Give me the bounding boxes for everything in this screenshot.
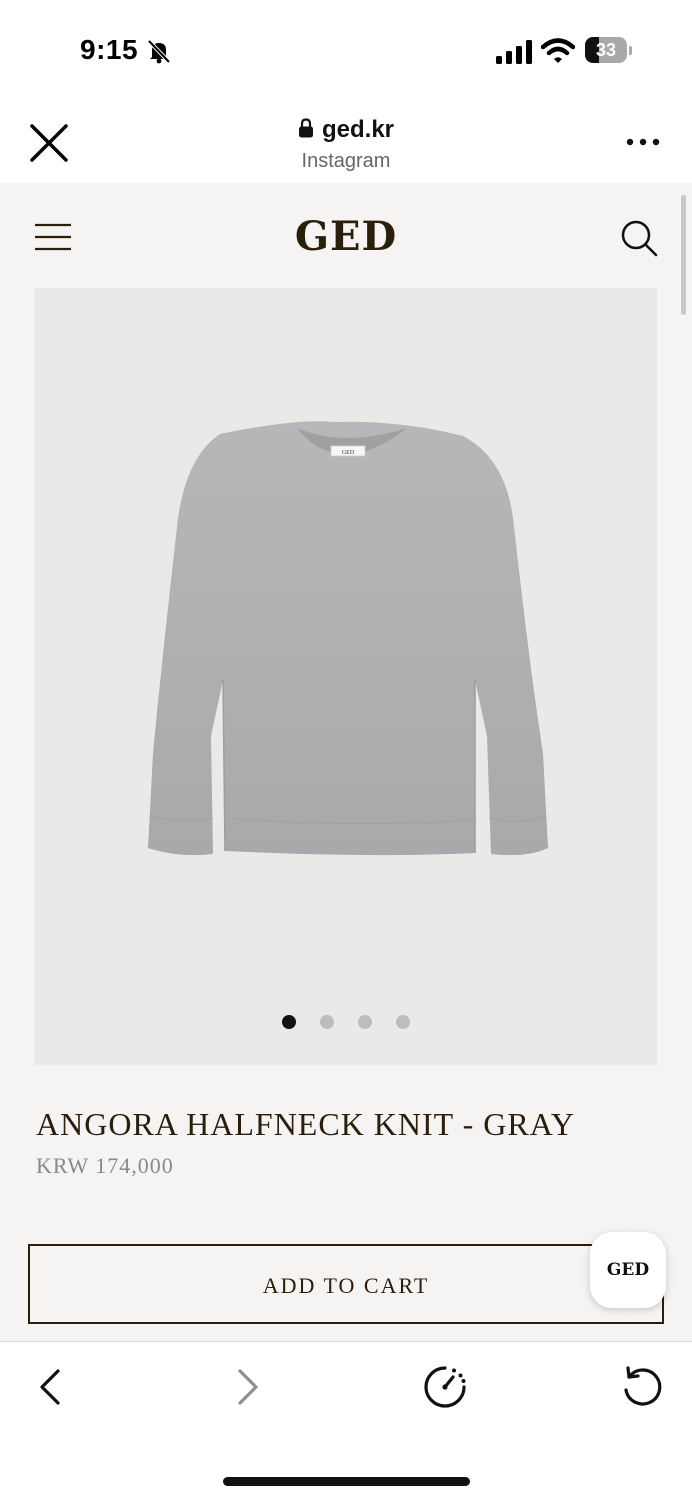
product-title: ANGORA HALFNECK KNIT - GRAY — [36, 1106, 576, 1142]
chevron-left-icon[interactable] — [36, 1367, 64, 1407]
source-app-label: Instagram — [301, 150, 391, 172]
product-price: KRW 174,000 — [36, 1153, 174, 1178]
domain-text: ged.kr — [321, 116, 395, 143]
carousel-dot[interactable] — [396, 1015, 410, 1029]
carousel-dot[interactable] — [358, 1015, 372, 1029]
search-icon[interactable] — [619, 218, 659, 258]
carousel-dots[interactable] — [0, 1015, 692, 1029]
carousel-dot[interactable] — [320, 1015, 334, 1029]
carousel-dot[interactable] — [282, 1015, 296, 1029]
lock-icon — [298, 118, 313, 138]
chevron-right-icon[interactable] — [234, 1367, 262, 1407]
sweater-tag-text: GED — [342, 450, 355, 456]
add-to-cart-button[interactable]: ADD TO CART — [28, 1244, 664, 1324]
bell-slash-icon — [147, 39, 171, 64]
cellular-signal-icon — [496, 40, 532, 64]
speedometer-icon[interactable] — [421, 1363, 469, 1411]
battery-level-text: 33 — [595, 40, 617, 60]
address-domain[interactable]: ged.kr — [0, 116, 692, 144]
home-indicator — [223, 1477, 470, 1486]
site-logo[interactable]: GED — [0, 213, 692, 260]
reload-icon[interactable] — [619, 1363, 665, 1409]
more-dots-icon[interactable] — [626, 136, 660, 148]
product-image[interactable]: GED — [35, 288, 657, 1065]
sweater-illustration: GED — [148, 421, 548, 856]
toolbar-divider — [0, 1341, 692, 1342]
battery-icon: 33 — [585, 37, 633, 65]
status-time: 9:15 — [80, 34, 139, 65]
ged-chat-bubble-button[interactable]: GED — [590, 1232, 666, 1308]
wifi-icon — [541, 38, 575, 63]
